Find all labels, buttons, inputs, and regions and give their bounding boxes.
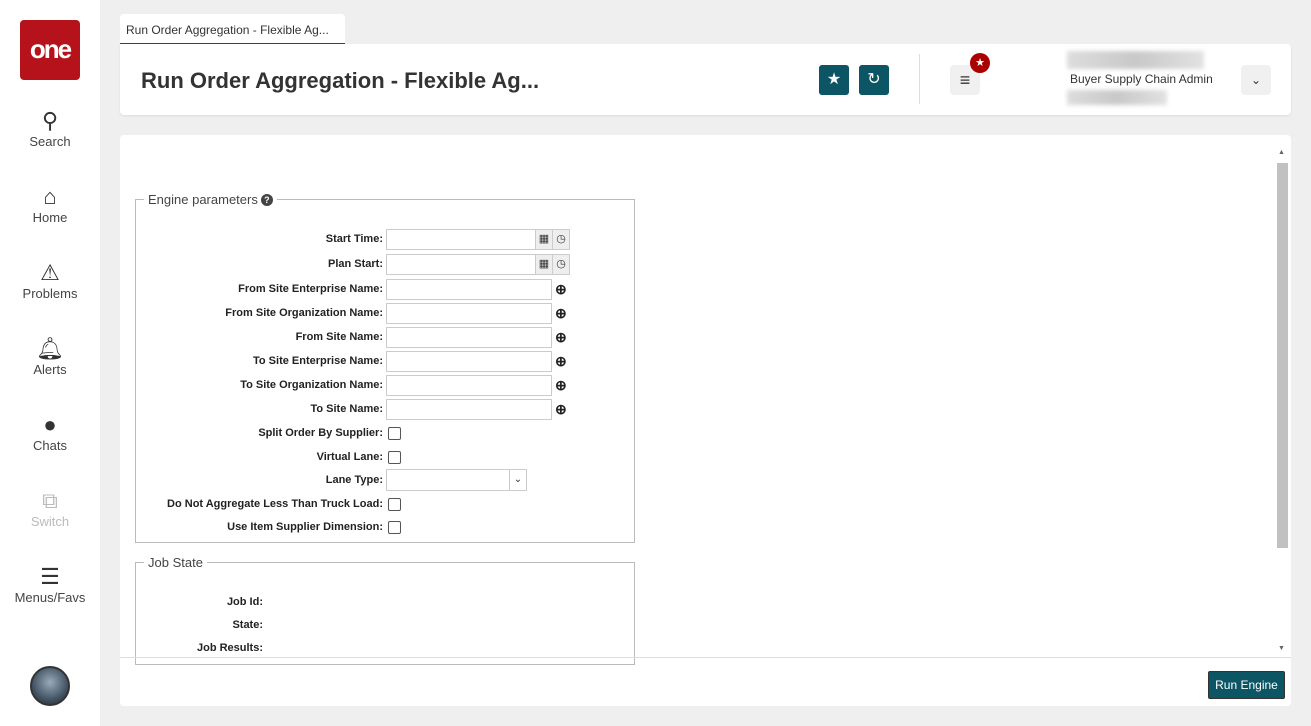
user-org-redacted — [1067, 90, 1167, 105]
help-icon[interactable]: ? — [260, 194, 273, 206]
zoom-in-icon[interactable]: ⊕ — [555, 377, 567, 394]
label: From Site Organization Name: — [225, 307, 383, 319]
sidebar: one ⚲ Search ⌂ Home ⚠ Problems 🔔︎ Alerts ● Ch… — [0, 0, 100, 726]
zoom-in-icon[interactable]: ⊕ — [555, 353, 567, 370]
virtual-lane-checkbox[interactable] — [388, 450, 401, 464]
label: Use Item Supplier Dimension: — [227, 521, 383, 533]
scroll-up-icon[interactable]: ▲ — [1278, 149, 1285, 156]
chat-icon: ● — [43, 412, 57, 437]
zoom-in-icon[interactable]: ⊕ — [555, 329, 567, 346]
nav-search[interactable]: ⚲ Search — [0, 108, 100, 149]
zoom-in-icon[interactable]: ⊕ — [555, 401, 567, 418]
nav-label: Chats — [33, 438, 67, 453]
user-role: Buyer Supply Chain Admin — [1070, 72, 1213, 86]
favorite-button[interactable]: ★ — [819, 65, 849, 95]
nav-label: Search — [29, 134, 71, 149]
vertical-scrollbar[interactable]: ▲ ▼ — [1275, 147, 1289, 657]
nav-label: Switch — [30, 514, 70, 529]
label: Split Order By Supplier: — [258, 427, 383, 439]
engine-parameters-fieldset: Engine parameters? Start Time: ▦ ◷ Plan St… — [135, 192, 635, 543]
search-icon: ⚲ — [41, 108, 59, 133]
zoom-in-icon[interactable]: ⊕ — [555, 281, 567, 298]
user-name-redacted — [1067, 51, 1204, 69]
label: Virtual Lane: — [316, 451, 383, 463]
label: Do Not Aggregate Less Than Truck Load: — [167, 498, 383, 510]
nav-menus-favs[interactable]: ☰ Menus/Favs — [0, 564, 100, 605]
nav-label: Alerts — [33, 362, 67, 377]
to-site-name-input[interactable] — [386, 398, 552, 420]
label: To Site Organization Name: — [240, 379, 383, 391]
main-panel: Engine parameters? Start Time: ▦ ◷ Plan St… — [120, 135, 1291, 706]
engine-parameters-legend: Engine parameters? — [144, 192, 277, 207]
do-not-aggregate-checkbox[interactable] — [388, 497, 401, 511]
hamburger-icon: ≡ — [959, 70, 971, 90]
home-icon: ⌂ — [43, 184, 57, 209]
from-site-organization-input[interactable] — [386, 302, 552, 324]
legend-text: Engine parameters — [148, 192, 258, 207]
nav-problems[interactable]: ⚠ Problems — [0, 260, 100, 301]
job-results-label: Job Results: — [196, 642, 263, 654]
zoom-in-icon[interactable]: ⊕ — [555, 305, 567, 322]
lane-type-select[interactable]: ⌄ — [386, 469, 527, 491]
page-header: Run Order Aggregation - Flexible Ag... ★… — [120, 44, 1291, 115]
to-site-organization-input[interactable] — [386, 374, 552, 396]
page-title: Run Order Aggregation - Flexible Ag... — [141, 68, 540, 93]
label: To Site Name: — [310, 403, 383, 415]
scrollbar-thumb[interactable] — [1277, 163, 1288, 548]
user-dropdown-button[interactable]: ⌄ — [1241, 65, 1271, 95]
favorites-badge: ★ — [970, 53, 990, 73]
state-label: State: — [232, 619, 263, 631]
label: To Site Enterprise Name: — [253, 355, 383, 367]
nav-alerts[interactable]: 🔔︎ Alerts — [0, 336, 100, 377]
refresh-button[interactable]: ↻ — [859, 65, 889, 95]
nav-label: Home — [32, 210, 68, 225]
nav-home[interactable]: ⌂ Home — [0, 184, 100, 225]
start-time-input[interactable] — [386, 228, 536, 250]
from-site-enterprise-input[interactable] — [386, 278, 552, 300]
avatar[interactable] — [30, 666, 70, 706]
refresh-icon: ↻ — [867, 71, 881, 88]
scroll-down-icon[interactable]: ▼ — [1278, 645, 1285, 652]
star-icon: ★ — [826, 71, 842, 88]
clock-icon[interactable]: ◷ — [553, 253, 570, 275]
switch-icon: ⧉ — [42, 488, 58, 513]
label: From Site Enterprise Name: — [238, 283, 383, 295]
use-item-supplier-dimension-checkbox[interactable] — [388, 520, 401, 534]
run-engine-button[interactable]: Run Engine — [1208, 671, 1285, 699]
label: Plan Start: — [327, 258, 383, 270]
bell-icon: 🔔︎ — [36, 336, 64, 361]
job-id-label: Job Id: — [226, 596, 263, 608]
menu-icon: ☰ — [40, 564, 60, 589]
nav-label: Problems — [22, 286, 78, 301]
chevron-down-icon: ⌄ — [509, 470, 526, 490]
chevron-down-icon: ⌄ — [1250, 73, 1262, 87]
footer-divider — [120, 657, 1291, 658]
plan-start-input[interactable] — [386, 253, 536, 275]
tab-run-order-aggregation[interactable]: Run Order Aggregation - Flexible Ag... — [120, 14, 345, 45]
label: From Site Name: — [295, 331, 383, 343]
nav-switch: ⧉ Switch — [0, 488, 100, 529]
split-order-by-supplier-checkbox[interactable] — [388, 426, 401, 440]
nav-chats[interactable]: ● Chats — [0, 412, 100, 453]
clock-icon[interactable]: ◷ — [553, 228, 570, 250]
from-site-name-input[interactable] — [386, 326, 552, 348]
star-icon: ★ — [975, 57, 985, 69]
to-site-enterprise-input[interactable] — [386, 350, 552, 372]
label: Lane Type: — [325, 474, 383, 486]
calendar-icon[interactable]: ▦ — [536, 253, 553, 275]
warning-icon: ⚠ — [40, 260, 60, 285]
label: Start Time: — [325, 233, 383, 245]
job-state-fieldset: Job State Job Id: State: Job Results: — [135, 555, 635, 665]
app-logo[interactable]: one — [20, 20, 80, 80]
job-state-legend: Job State — [148, 555, 203, 570]
nav-label: Menus/Favs — [14, 590, 86, 605]
divider — [919, 54, 920, 104]
calendar-icon[interactable]: ▦ — [536, 228, 553, 250]
